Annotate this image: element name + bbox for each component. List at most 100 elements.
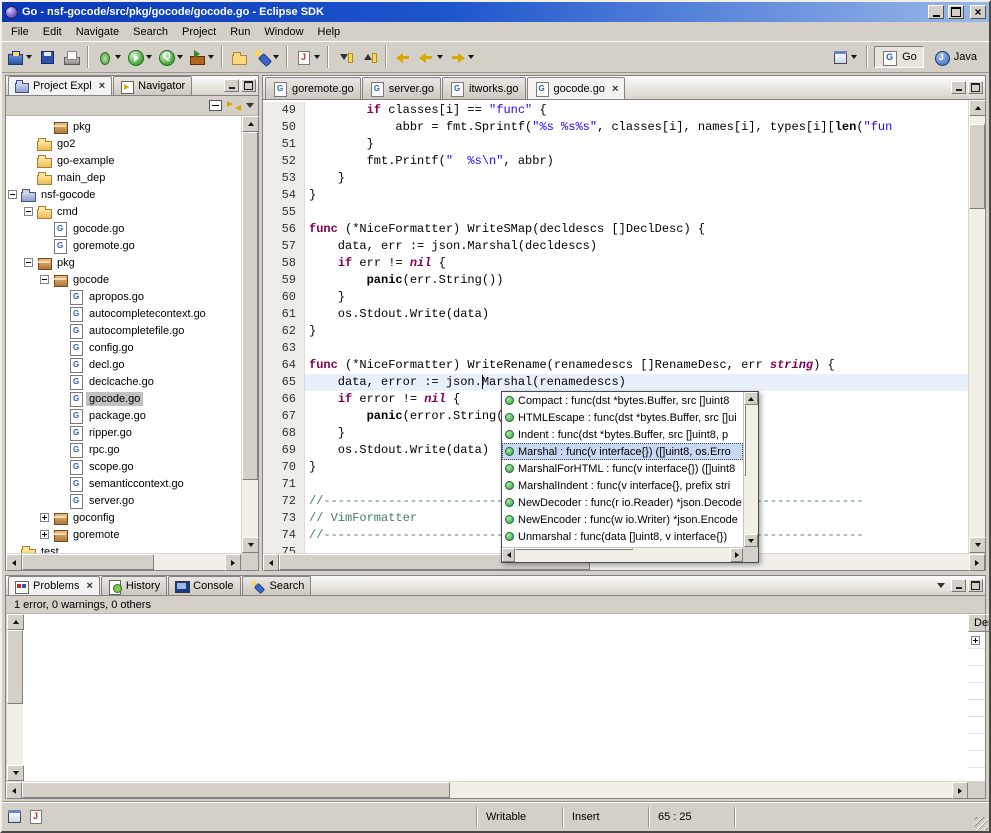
open-resource-button[interactable] [227, 45, 251, 69]
line-number[interactable]: 68 [263, 425, 305, 442]
close-icon[interactable] [86, 580, 92, 592]
tree-item-decl.go[interactable]: decl.go [6, 356, 241, 373]
autocomplete-item[interactable]: HTMLEscape : func(dst *bytes.Buffer, src… [502, 409, 743, 426]
scroll-left-button[interactable] [502, 548, 515, 562]
dropdown-arrow-icon[interactable] [437, 55, 443, 59]
menu-edit[interactable]: Edit [36, 24, 69, 40]
menu-project[interactable]: Project [175, 24, 223, 40]
view-menu-button[interactable] [246, 103, 254, 108]
line-number[interactable]: 50 [263, 119, 305, 136]
collapse-icon[interactable] [24, 258, 33, 267]
tree-item-rpc.go[interactable]: rpc.go [6, 441, 241, 458]
line-number[interactable]: 74 [263, 527, 305, 544]
scroll-track[interactable] [515, 548, 730, 562]
tree-item-semanticcontext.go[interactable]: semanticcontext.go [6, 475, 241, 492]
perspective-go-button[interactable]: Go [874, 46, 924, 68]
code-line-60[interactable]: 60 } [263, 289, 968, 306]
tree-hscrollbar[interactable] [6, 553, 241, 570]
tree-item-goremote[interactable]: goremote [6, 526, 241, 543]
code-line-61[interactable]: 61 os.Stdout.Write(data) [263, 306, 968, 323]
tree-item-nsf-gocode[interactable]: nsf-gocode [6, 186, 241, 203]
scroll-thumb[interactable] [744, 405, 746, 476]
close-window-button[interactable] [970, 5, 986, 19]
dropdown-arrow-icon[interactable] [314, 55, 320, 59]
line-number[interactable]: 66 [263, 391, 305, 408]
scroll-left-button[interactable] [6, 554, 22, 571]
editor-vscrollbar[interactable] [968, 100, 985, 553]
scroll-down-button[interactable] [7, 765, 24, 781]
forward-button[interactable] [446, 45, 477, 69]
code-line-50[interactable]: 50 abbr = fmt.Sprintf("%s %s%s", classes… [263, 119, 968, 136]
code-line-54[interactable]: 54} [263, 187, 968, 204]
line-number[interactable]: 51 [263, 136, 305, 153]
coverage-button[interactable] [155, 45, 186, 69]
scroll-down-button[interactable] [969, 537, 986, 553]
tree-item-gocode.go[interactable]: gocode.go [6, 390, 241, 407]
tree-vscrollbar[interactable] [241, 116, 258, 553]
fastview-button[interactable] [6, 808, 23, 825]
line-number[interactable]: 71 [263, 476, 305, 493]
maximize-editor-button[interactable] [968, 81, 983, 94]
problems-vscrollbar[interactable] [6, 614, 23, 781]
tree-item-autocompletecontext.go[interactable]: autocompletecontext.go [6, 305, 241, 322]
tree-item-scope.go[interactable]: scope.go [6, 458, 241, 475]
dropdown-arrow-icon[interactable] [208, 55, 214, 59]
maximize-window-button[interactable] [948, 5, 964, 19]
close-icon[interactable] [99, 80, 105, 92]
line-number[interactable]: 60 [263, 289, 305, 306]
tree-item-package.go[interactable]: package.go [6, 407, 241, 424]
tree-item-apropos.go[interactable]: apropos.go [6, 288, 241, 305]
new-java-element-button[interactable] [292, 45, 323, 69]
expand-icon[interactable] [40, 530, 49, 539]
tree-item-cmd[interactable]: cmd [6, 203, 241, 220]
code-line-53[interactable]: 53 } [263, 170, 968, 187]
save-button[interactable] [35, 45, 59, 69]
scroll-track[interactable] [7, 630, 23, 765]
line-number[interactable]: 61 [263, 306, 305, 323]
scroll-thumb[interactable] [242, 132, 258, 480]
editor-tab-goremote.go[interactable]: goremote.go [265, 77, 361, 99]
autocomplete-item[interactable]: Marshal : func(v interface{}) ([]uint8, … [502, 443, 743, 460]
autocomplete-vscrollbar[interactable] [743, 392, 758, 547]
tree-item-config.go[interactable]: config.go [6, 339, 241, 356]
dropdown-arrow-icon[interactable] [146, 55, 152, 59]
scroll-down-button[interactable] [744, 534, 758, 547]
tree-item-autocompletefile.go[interactable]: autocompletefile.go [6, 322, 241, 339]
tree-item-test[interactable]: test [6, 543, 241, 553]
perspective-java-button[interactable]: Java [926, 46, 984, 68]
line-number[interactable]: 53 [263, 170, 305, 187]
collapse-all-button[interactable] [209, 100, 222, 111]
line-number[interactable]: 54 [263, 187, 305, 204]
scroll-track[interactable] [242, 132, 258, 537]
line-number[interactable]: 55 [263, 204, 305, 221]
tree-item-pkg[interactable]: pkg [6, 118, 241, 135]
expand-icon[interactable] [971, 636, 980, 645]
link-with-editor-button[interactable] [227, 100, 241, 112]
scroll-right-button[interactable] [969, 554, 985, 571]
minimize-view-button[interactable] [224, 79, 239, 92]
line-number[interactable]: 75 [263, 544, 305, 553]
code-line-55[interactable]: 55 [263, 204, 968, 221]
menu-search[interactable]: Search [126, 24, 175, 40]
tab-search[interactable]: Search [242, 576, 312, 595]
tree-item-gocode.go[interactable]: gocode.go [6, 220, 241, 237]
line-number[interactable]: 70 [263, 459, 305, 476]
dropdown-arrow-icon[interactable] [273, 55, 279, 59]
tab-navigator[interactable]: Navigator [113, 76, 192, 95]
view-menu-button[interactable] [937, 583, 945, 588]
collapse-icon[interactable] [40, 275, 49, 284]
new-wizard-button[interactable] [4, 45, 35, 69]
code-line-52[interactable]: 52 fmt.Printf(" %s\n", abbr) [263, 153, 968, 170]
menu-file[interactable]: File [4, 24, 36, 40]
scroll-track[interactable] [22, 782, 952, 798]
code-line-63[interactable]: 63 [263, 340, 968, 357]
line-number[interactable]: 58 [263, 255, 305, 272]
run-button[interactable] [124, 45, 155, 69]
dropdown-arrow-icon[interactable] [468, 55, 474, 59]
line-number[interactable]: 62 [263, 323, 305, 340]
tree-item-ripper.go[interactable]: ripper.go [6, 424, 241, 441]
autocomplete-item[interactable]: Compact : func(dst *bytes.Buffer, src []… [502, 392, 743, 409]
code-line-62[interactable]: 62} [263, 323, 968, 340]
tab-console[interactable]: Console [168, 576, 240, 595]
menu-navigate[interactable]: Navigate [69, 24, 126, 40]
